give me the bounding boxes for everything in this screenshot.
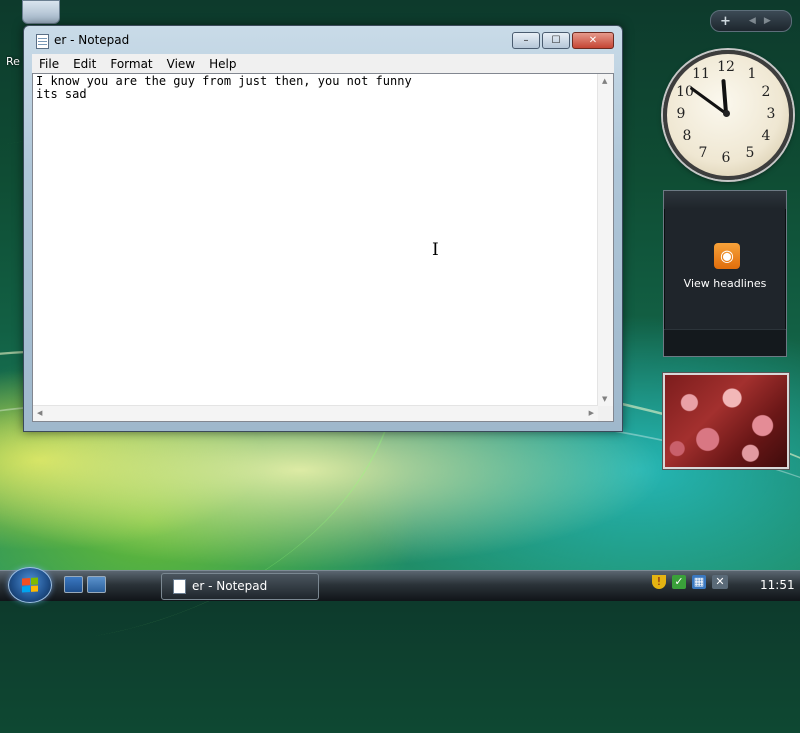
clock-number: 4 <box>761 128 771 144</box>
window-controls: – ☐ ✕ <box>512 32 614 49</box>
windows-flag-icon <box>22 577 38 593</box>
notepad-window: er - Notepad – ☐ ✕ File Edit Format View… <box>23 25 623 432</box>
clock-number: 11 <box>692 66 710 82</box>
slideshow-gadget[interactable] <box>663 373 789 469</box>
volume-muted-icon[interactable]: ✕ <box>712 575 728 589</box>
shield-icon[interactable]: ! <box>652 575 666 589</box>
menu-format[interactable]: Format <box>103 57 159 71</box>
start-button[interactable] <box>8 567 52 603</box>
minimize-button[interactable]: – <box>512 32 540 49</box>
scroll-right-arrow-icon[interactable]: ▶ <box>589 409 594 417</box>
recycle-bin-label[interactable]: Re <box>6 55 22 68</box>
clock-number: 7 <box>698 145 708 161</box>
next-gadget-button[interactable]: ▶ <box>764 16 771 26</box>
sidebar-controls: + ◀ ▶ <box>710 10 792 32</box>
previous-gadget-button[interactable]: ◀ <box>749 16 756 26</box>
horizontal-scrollbar[interactable]: ◀ ▶ <box>33 405 598 421</box>
recycle-bin-icon[interactable] <box>22 0 60 24</box>
window-title: er - Notepad <box>54 33 130 47</box>
switch-windows-icon[interactable] <box>87 576 106 593</box>
clock-number: 2 <box>761 84 771 100</box>
clock-number: 9 <box>676 106 686 122</box>
text-cursor-icon: Ι <box>432 240 439 260</box>
show-desktop-icon[interactable] <box>64 576 83 593</box>
menu-file[interactable]: File <box>32 57 66 71</box>
clock-number: 5 <box>745 145 755 161</box>
clock-number: 1 <box>747 66 757 82</box>
notepad-app-icon <box>173 579 186 594</box>
system-tray: ! ✓ ▦ ✕ <box>652 575 728 589</box>
scrollbar-corner <box>598 406 613 421</box>
taskbar-notepad-button[interactable]: er - Notepad <box>161 573 319 600</box>
taskbar-clock[interactable]: 11:51 <box>760 578 795 592</box>
vertical-scrollbar[interactable]: ▲ ▼ <box>597 74 613 406</box>
taskbar-notepad-label: er - Notepad <box>192 579 268 593</box>
maximize-button[interactable]: ☐ <box>542 32 570 49</box>
feed-footer <box>664 329 786 356</box>
add-gadget-button[interactable]: + <box>720 14 731 29</box>
clock-gadget[interactable]: 12 1 2 3 4 5 6 7 8 9 10 11 <box>663 50 793 180</box>
clock-hub <box>723 110 730 117</box>
clock-number: 3 <box>766 106 776 122</box>
menu-bar: File Edit Format View Help <box>32 54 614 74</box>
rss-icon[interactable]: ◉ <box>714 243 740 269</box>
sync-icon[interactable]: ✓ <box>672 575 686 589</box>
menu-help[interactable]: Help <box>202 57 243 71</box>
title-bar[interactable]: er - Notepad – ☐ ✕ <box>24 26 622 54</box>
clock-number: 6 <box>721 150 731 166</box>
view-headlines-link[interactable]: View headlines <box>664 277 786 290</box>
text-editor[interactable]: I know you are the guy from just then, y… <box>32 73 614 422</box>
network-icon[interactable]: ▦ <box>692 575 706 589</box>
close-button[interactable]: ✕ <box>572 32 614 49</box>
feed-headlines-gadget[interactable]: ◉ View headlines <box>663 190 787 357</box>
clock-number: 12 <box>717 59 735 75</box>
scroll-left-arrow-icon[interactable]: ◀ <box>37 409 42 417</box>
document-text[interactable]: I know you are the guy from just then, y… <box>36 75 412 101</box>
menu-view[interactable]: View <box>160 57 202 71</box>
notepad-app-icon[interactable] <box>36 34 49 49</box>
feed-header <box>664 191 786 209</box>
scroll-down-arrow-icon[interactable]: ▼ <box>602 395 607 403</box>
menu-edit[interactable]: Edit <box>66 57 103 71</box>
scroll-up-arrow-icon[interactable]: ▲ <box>602 77 607 85</box>
clock-number: 8 <box>682 128 692 144</box>
